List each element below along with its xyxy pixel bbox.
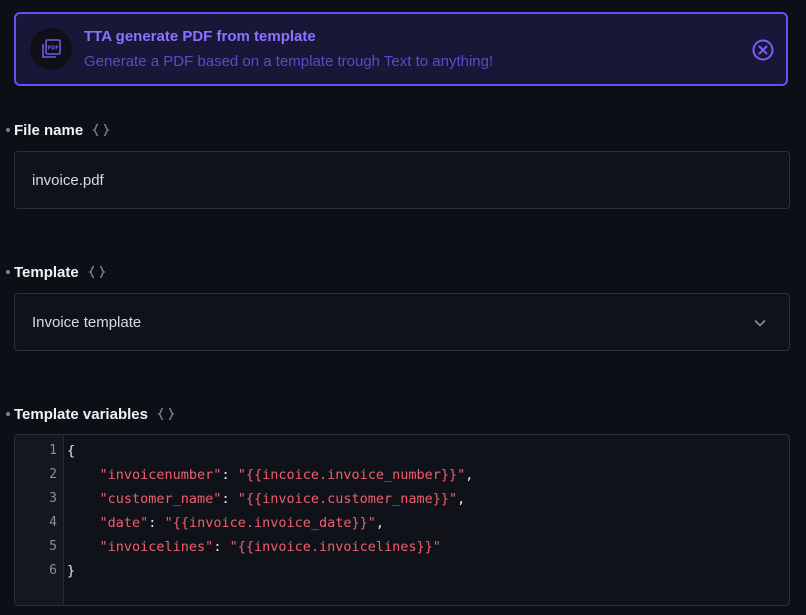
code-token: "date"	[99, 515, 149, 531]
code-line: 5 "invoicelines": "{{invoice.invoiceline…	[15, 535, 789, 559]
code-text: "customer_name": "{{invoice.customer_nam…	[67, 487, 466, 511]
code-token: "{{invoice.customer_name}}"	[237, 491, 458, 507]
code-token: "invoicelines"	[99, 539, 214, 555]
banner-subtitle: Generate a PDF based on a template troug…	[84, 53, 494, 70]
code-line: 1{	[15, 439, 789, 463]
template-variables-label-row: Template variables	[6, 404, 175, 424]
pdf-stack-icon: PDF	[30, 28, 72, 70]
code-token: "invoicenumber"	[99, 467, 222, 483]
code-text: "invoicelines": "{{invoice.invoicelines}…	[67, 535, 441, 559]
required-dot	[6, 270, 10, 274]
code-token: :	[213, 539, 230, 555]
template-variables-editor[interactable]: 1{2 "invoicenumber": "{{incoice.invoice_…	[14, 434, 790, 606]
template-selected-value: Invoice template	[32, 314, 142, 331]
file-name-label: File name	[14, 121, 84, 139]
banner-title: TTA generate PDF from template	[84, 28, 316, 45]
code-line: 6}	[15, 559, 789, 583]
code-token: "{{invoice.invoicelines}}"	[229, 539, 441, 555]
info-banner: PDF TTA generate PDF from template Gener…	[14, 12, 788, 86]
code-token: :	[148, 515, 165, 531]
braces-icon[interactable]	[92, 123, 111, 137]
code-token: "{{invoice.invoice_date}}"	[164, 515, 376, 531]
code-token: :	[221, 491, 238, 507]
file-name-field[interactable]: invoice.pdf	[14, 151, 790, 209]
code-token: ,	[375, 515, 385, 531]
line-number: 5	[49, 539, 57, 554]
code-token: "customer_name"	[99, 491, 222, 507]
code-token: }	[67, 563, 76, 579]
braces-icon[interactable]	[87, 265, 106, 279]
code-text: "date": "{{invoice.invoice_date}}",	[67, 511, 385, 535]
required-dot	[6, 412, 10, 416]
code-line: 2 "invoicenumber": "{{incoice.invoice_nu…	[15, 463, 789, 487]
chevron-down-icon	[753, 316, 767, 330]
code-token: ,	[465, 467, 474, 483]
line-number: 6	[49, 563, 57, 578]
template-variables-label: Template variables	[14, 405, 148, 423]
code-token: {	[67, 443, 76, 459]
file-name-value: invoice.pdf	[32, 172, 104, 189]
code-token: ,	[457, 491, 466, 507]
code-text: "invoicenumber": "{{incoice.invoice_numb…	[67, 463, 474, 487]
svg-text:PDF: PDF	[47, 46, 58, 52]
line-number: 4	[49, 515, 57, 530]
template-label: Template	[14, 263, 79, 281]
code-line: 4 "date": "{{invoice.invoice_date}}",	[15, 511, 789, 535]
line-number: 1	[49, 443, 57, 458]
braces-icon[interactable]	[157, 407, 175, 421]
code-text: {	[67, 439, 75, 463]
template-label-row: Template	[6, 262, 106, 282]
code-text: }	[67, 559, 75, 583]
required-dot	[6, 128, 10, 132]
close-icon[interactable]	[752, 39, 774, 61]
code-line: 3 "customer_name": "{{invoice.customer_n…	[15, 487, 789, 511]
line-number: 2	[49, 467, 57, 482]
code-token: :	[221, 467, 238, 483]
template-select[interactable]: Invoice template	[14, 293, 790, 351]
file-name-label-row: File name	[6, 120, 111, 140]
line-number: 3	[49, 491, 57, 506]
code-token: "{{incoice.invoice_number}}"	[237, 467, 466, 483]
